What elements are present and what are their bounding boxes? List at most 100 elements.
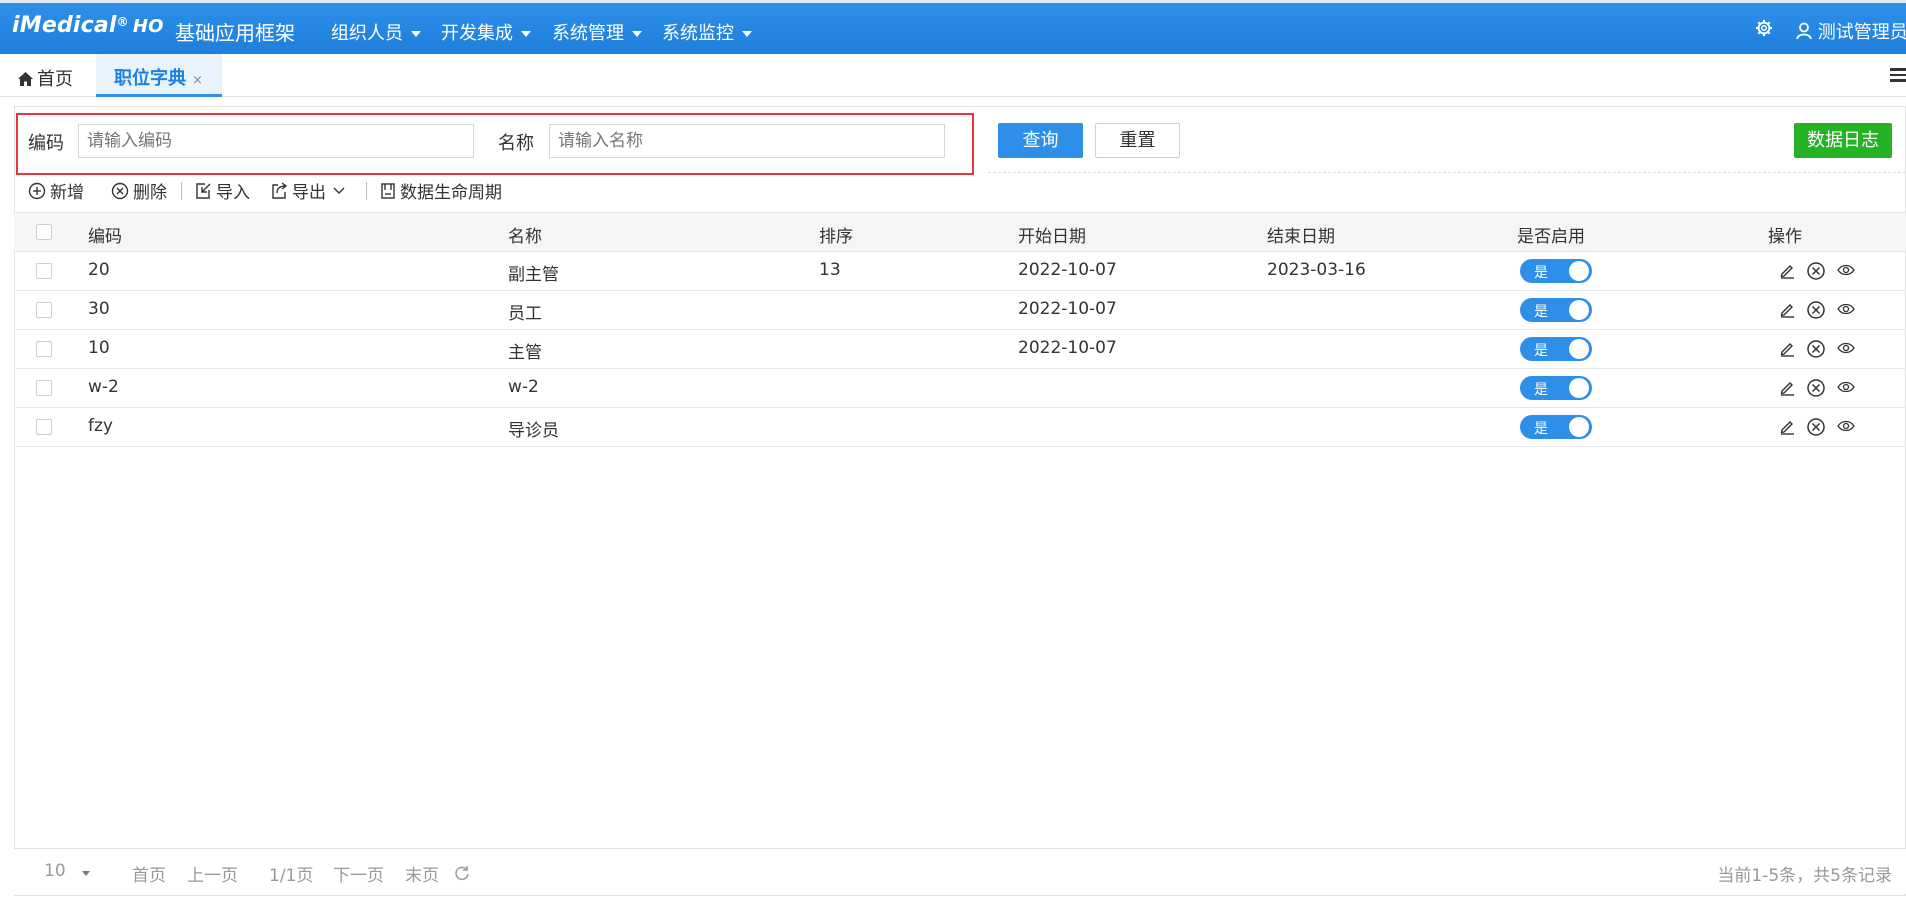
tab-label: 职位字典 bbox=[114, 68, 186, 89]
x-circle-icon bbox=[111, 182, 129, 199]
toggle-label: 是 bbox=[1534, 421, 1548, 437]
prev-page-link[interactable]: 上一页 bbox=[187, 861, 238, 886]
import-icon bbox=[196, 182, 211, 199]
tab-home[interactable]: 首页 bbox=[18, 65, 73, 91]
table-row[interactable]: w-2 w-2 是 bbox=[14, 369, 1906, 408]
column-header-name[interactable]: 名称 bbox=[508, 222, 542, 247]
view-icon[interactable] bbox=[1836, 339, 1856, 357]
row-checkbox[interactable] bbox=[36, 341, 52, 357]
table-row[interactable]: 30 员工 2022-10-07 是 bbox=[14, 291, 1906, 330]
page-size-select[interactable]: 10 bbox=[44, 861, 90, 881]
refresh-icon[interactable] bbox=[454, 865, 470, 881]
toggle-knob bbox=[1569, 339, 1589, 359]
divider bbox=[988, 172, 1906, 173]
code-label: 编码 bbox=[28, 133, 64, 154]
column-header-enabled[interactable]: 是否启用 bbox=[1517, 222, 1585, 247]
column-header-sort[interactable]: 排序 bbox=[819, 222, 853, 247]
menu-org-staff[interactable]: 组织人员 bbox=[331, 19, 421, 45]
name-search-input[interactable] bbox=[549, 124, 945, 158]
menu-label: 系统监控 bbox=[662, 23, 734, 44]
table-row[interactable]: 10 主管 2022-10-07 是 bbox=[14, 330, 1906, 369]
data-lifecycle-button[interactable]: 数据生命周期 bbox=[380, 178, 502, 203]
enabled-toggle[interactable]: 是 bbox=[1520, 376, 1592, 400]
brand-registered-mark: ® bbox=[116, 15, 129, 29]
menu-dev-integration[interactable]: 开发集成 bbox=[441, 19, 531, 45]
caret-down-icon bbox=[632, 31, 642, 37]
add-button[interactable]: 新增 bbox=[28, 178, 84, 203]
view-icon[interactable] bbox=[1836, 261, 1856, 279]
export-button[interactable]: 导出 bbox=[270, 178, 350, 203]
cell-code: 30 bbox=[88, 299, 110, 319]
pagination-bar: 10 首页 上一页 1/1页 下一页 末页 当前1-5条，共5条记录 bbox=[14, 848, 1906, 894]
view-icon[interactable] bbox=[1836, 378, 1856, 396]
table-row[interactable]: fzy 导诊员 是 bbox=[14, 408, 1906, 447]
first-page-link[interactable]: 首页 bbox=[132, 861, 166, 886]
edit-icon[interactable] bbox=[1778, 300, 1796, 318]
toggle-knob bbox=[1569, 417, 1589, 437]
menu-system-monitor[interactable]: 系统监控 bbox=[662, 19, 752, 45]
delete-icon[interactable] bbox=[1806, 417, 1826, 437]
code-search-input[interactable] bbox=[78, 124, 474, 158]
enabled-toggle[interactable]: 是 bbox=[1520, 337, 1592, 361]
import-button[interactable]: 导入 bbox=[194, 178, 250, 203]
reset-button[interactable]: 重置 bbox=[1095, 123, 1180, 158]
edit-icon[interactable] bbox=[1778, 417, 1796, 435]
row-actions bbox=[1778, 300, 1856, 320]
table-row[interactable]: 20 副主管 13 2022-10-07 2023-03-16 是 bbox=[14, 252, 1906, 291]
last-page-link[interactable]: 末页 bbox=[405, 861, 439, 886]
lifecycle-icon bbox=[381, 182, 395, 199]
hamburger-menu-icon[interactable] bbox=[1890, 68, 1906, 82]
cell-sort: 13 bbox=[819, 260, 841, 280]
caret-down-icon bbox=[81, 870, 90, 876]
user-name: 测试管理员 bbox=[1817, 22, 1906, 43]
toggle-knob bbox=[1569, 261, 1589, 281]
row-checkbox[interactable] bbox=[36, 302, 52, 318]
view-icon[interactable] bbox=[1836, 417, 1856, 435]
query-button[interactable]: 查询 bbox=[998, 123, 1083, 158]
edit-icon[interactable] bbox=[1778, 261, 1796, 279]
delete-icon[interactable] bbox=[1806, 261, 1826, 281]
column-header-start-date[interactable]: 开始日期 bbox=[1018, 222, 1086, 247]
tab-position-dictionary[interactable]: 职位字典 × bbox=[96, 54, 222, 97]
cell-name: 员工 bbox=[508, 304, 542, 324]
name-label: 名称 bbox=[498, 133, 534, 154]
lifecycle-label: 数据生命周期 bbox=[400, 183, 502, 203]
add-label: 新增 bbox=[50, 183, 84, 203]
cell-start-date: 2022-10-07 bbox=[1018, 299, 1117, 319]
plus-circle-icon bbox=[28, 182, 46, 199]
row-checkbox[interactable] bbox=[36, 263, 52, 279]
gear-icon[interactable] bbox=[1755, 19, 1773, 37]
row-checkbox[interactable] bbox=[36, 419, 52, 435]
cell-name: 导诊员 bbox=[508, 421, 559, 441]
edit-icon[interactable] bbox=[1778, 339, 1796, 357]
export-icon bbox=[272, 181, 288, 199]
cell-end-date: 2023-03-16 bbox=[1267, 260, 1366, 280]
row-checkbox[interactable] bbox=[36, 380, 52, 396]
column-header-code[interactable]: 编码 bbox=[88, 222, 122, 247]
cell-name: 主管 bbox=[508, 343, 542, 363]
enabled-toggle[interactable]: 是 bbox=[1520, 415, 1592, 439]
menu-label: 系统管理 bbox=[552, 23, 624, 44]
close-icon[interactable]: × bbox=[192, 73, 203, 88]
edit-icon[interactable] bbox=[1778, 378, 1796, 396]
enabled-toggle[interactable]: 是 bbox=[1520, 259, 1592, 283]
next-page-link[interactable]: 下一页 bbox=[333, 861, 384, 886]
export-label: 导出 bbox=[292, 183, 326, 203]
view-icon[interactable] bbox=[1836, 300, 1856, 318]
menu-label: 组织人员 bbox=[331, 23, 403, 44]
enabled-toggle[interactable]: 是 bbox=[1520, 298, 1592, 322]
app-title: 基础应用框架 bbox=[175, 21, 295, 45]
data-log-button[interactable]: 数据日志 bbox=[1794, 123, 1892, 158]
delete-icon[interactable] bbox=[1806, 300, 1826, 320]
column-header-end-date[interactable]: 结束日期 bbox=[1267, 222, 1335, 247]
delete-icon[interactable] bbox=[1806, 378, 1826, 398]
cell-start-date: 2022-10-07 bbox=[1018, 338, 1117, 358]
caret-down-icon bbox=[742, 31, 752, 37]
cell-code: fzy bbox=[88, 416, 113, 436]
page-size-value: 10 bbox=[44, 861, 66, 881]
delete-icon[interactable] bbox=[1806, 339, 1826, 359]
user-menu[interactable]: 测试管理员 bbox=[1796, 18, 1906, 44]
delete-button[interactable]: 删除 bbox=[111, 178, 167, 203]
select-all-checkbox[interactable] bbox=[36, 224, 52, 240]
menu-system-management[interactable]: 系统管理 bbox=[552, 19, 642, 45]
